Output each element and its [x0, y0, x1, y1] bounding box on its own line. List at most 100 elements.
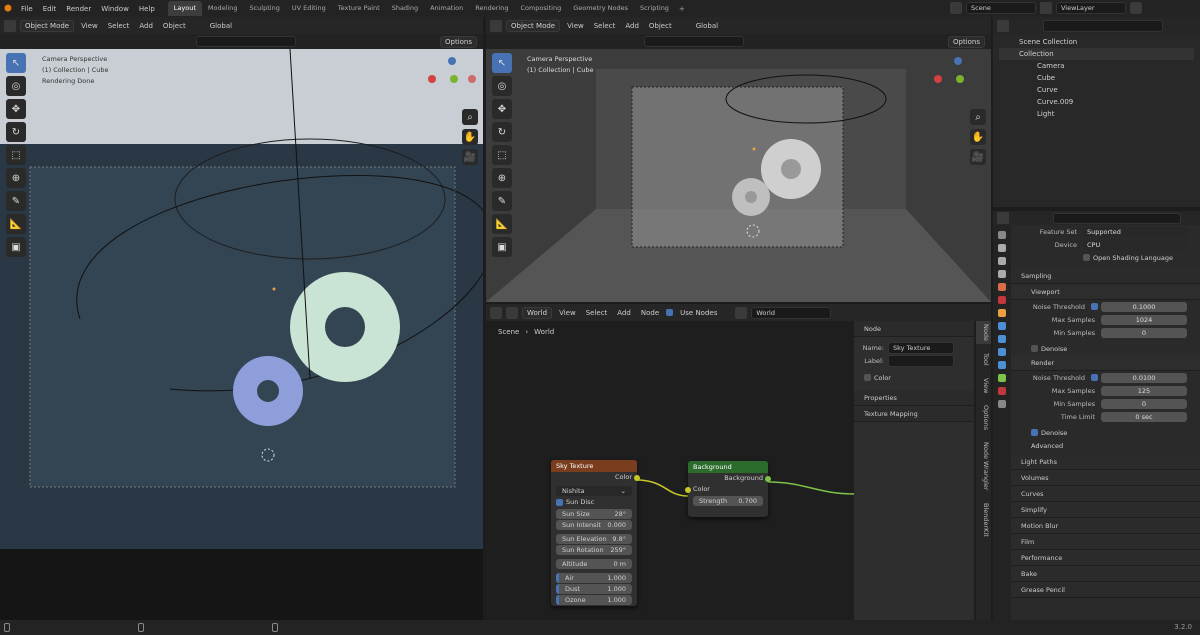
gizmo-neg-x-icon[interactable]	[468, 75, 476, 83]
view-layer-new-icon[interactable]	[1130, 2, 1142, 14]
motion-blur-panel[interactable]: Motion Blur	[1011, 518, 1200, 534]
zoom-icon[interactable]: ⌕	[462, 109, 478, 125]
cursor-icon[interactable]: ◎	[6, 76, 26, 96]
viewport-left[interactable]: Object Mode View Select Add Object Globa…	[0, 17, 483, 620]
gizmo-x-icon[interactable]	[934, 75, 942, 83]
sky-texture-node[interactable]: Sky Texture Color Nishita ⌄ Sun Disc Sun …	[551, 460, 640, 606]
sun-intensity-field[interactable]: Sun Intensit 0.000	[556, 520, 632, 530]
view-layer-icon[interactable]	[1040, 2, 1052, 14]
tab-scripting[interactable]: Scripting	[634, 1, 675, 16]
material-icon[interactable]	[998, 387, 1006, 395]
bg-node-header[interactable]: Background	[688, 461, 768, 473]
camera-view-icon[interactable]: 🎥	[462, 149, 478, 165]
r-max-samples-field[interactable]: 125	[1101, 385, 1187, 396]
menu-edit[interactable]: Edit	[38, 5, 62, 13]
tab-compositing[interactable]: Compositing	[514, 1, 567, 16]
tab-texture-paint[interactable]: Texture Paint	[332, 1, 386, 16]
scene-collection-row[interactable]: Scene Collection	[999, 36, 1194, 48]
editor-type-icon[interactable]	[4, 19, 16, 32]
bg-output-socket[interactable]	[765, 476, 771, 482]
orientation-dropdown[interactable]: Global	[693, 22, 721, 30]
select-box-icon[interactable]: ↖	[6, 53, 26, 73]
menu-view[interactable]: View	[78, 22, 101, 30]
viewport-subpanel[interactable]: Viewport	[1011, 284, 1200, 300]
texture-mapping-panel[interactable]: Texture Mapping	[854, 406, 974, 422]
node-panel-header[interactable]: Node	[854, 321, 974, 337]
r-denoise-subpanel[interactable]: Denoise	[1011, 426, 1200, 439]
r-noise-checkbox[interactable]	[1091, 374, 1098, 381]
tab-options[interactable]: Options	[976, 402, 991, 433]
vp-noise-checkbox[interactable]	[1091, 303, 1098, 310]
tab-uv-editing[interactable]: UV Editing	[286, 1, 332, 16]
select-box-icon[interactable]: ↖	[492, 53, 512, 73]
constraints-icon[interactable]	[998, 361, 1006, 369]
menu-object[interactable]: Object	[160, 22, 189, 30]
background-node[interactable]: Background Background Color Strength 0.70…	[685, 461, 771, 517]
menu-add[interactable]: Add	[136, 22, 156, 30]
vp-max-samples-field[interactable]: 1024	[1101, 314, 1187, 325]
grease-pencil-panel[interactable]: Grease Pencil	[1011, 582, 1200, 598]
options-button[interactable]: Options	[948, 35, 986, 48]
menu-add[interactable]: Add	[622, 22, 642, 30]
world-icon[interactable]	[998, 296, 1006, 304]
add-workspace-button[interactable]: +	[675, 5, 689, 13]
vp-min-samples-field[interactable]: 0	[1101, 327, 1187, 338]
tab-modeling[interactable]: Modeling	[202, 1, 244, 16]
feature-set-dropdown[interactable]: Supported	[1083, 226, 1187, 237]
menu-view[interactable]: View	[564, 22, 587, 30]
menu-select[interactable]: Select	[591, 22, 619, 30]
tab-shading[interactable]: Shading	[386, 1, 424, 16]
options-button[interactable]: Options	[440, 35, 478, 48]
move-icon[interactable]: ✥	[492, 99, 512, 119]
outliner-item-light[interactable]: Light	[999, 108, 1194, 120]
search-input[interactable]	[644, 36, 744, 47]
transform-icon[interactable]: ⊕	[492, 168, 512, 188]
rotate-icon[interactable]: ↻	[492, 122, 512, 142]
orientation-dropdown[interactable]: Global	[207, 22, 235, 30]
node-name-field[interactable]: Sky Texture	[888, 341, 954, 354]
sky-output-socket[interactable]	[634, 475, 640, 481]
menu-render[interactable]: Render	[61, 5, 96, 13]
tab-view[interactable]: View	[976, 375, 991, 396]
menu-object[interactable]: Object	[646, 22, 675, 30]
sampling-panel[interactable]: Sampling	[1011, 268, 1200, 284]
sun-disc-toggle[interactable]: Sun Disc	[551, 497, 637, 508]
object-icon[interactable]	[998, 309, 1006, 317]
transform-icon[interactable]: ⊕	[6, 168, 26, 188]
mode-dropdown[interactable]: Object Mode	[20, 19, 75, 32]
view-layer-field[interactable]: ViewLayer	[1056, 2, 1126, 14]
scale-icon[interactable]: ⬚	[6, 145, 26, 165]
osl-checkbox[interactable]: Open Shading Language	[1011, 251, 1200, 264]
performance-panel[interactable]: Performance	[1011, 550, 1200, 566]
render-icon[interactable]	[998, 244, 1006, 252]
camera-view-icon[interactable]: 🎥	[970, 149, 986, 165]
outliner-item-curve[interactable]: Curve	[999, 84, 1194, 96]
scene-icon[interactable]	[950, 2, 962, 14]
outliner-search[interactable]	[1043, 19, 1163, 32]
viewport-right[interactable]: Object Mode View Select Add Object Globa…	[486, 17, 991, 302]
tab-blenderkit[interactable]: BlenderKit	[976, 500, 991, 540]
rotate-icon[interactable]: ↻	[6, 122, 26, 142]
pan-hand-icon[interactable]: ✋	[462, 129, 478, 145]
pan-hand-icon[interactable]: ✋	[970, 129, 986, 145]
tab-sculpting[interactable]: Sculpting	[243, 1, 285, 16]
annotate-icon[interactable]: ✎	[6, 191, 26, 211]
measure-icon[interactable]: 📐	[492, 214, 512, 234]
curves-panel[interactable]: Curves	[1011, 486, 1200, 502]
annotate-icon[interactable]: ✎	[492, 191, 512, 211]
sun-rotation-field[interactable]: Sun Rotation 259°	[556, 545, 632, 555]
r-time-limit-field[interactable]: 0 sec	[1101, 411, 1187, 422]
gizmo-x-icon[interactable]	[428, 75, 436, 83]
navigation-gizmo[interactable]	[428, 57, 478, 117]
menu-select[interactable]: Select	[105, 22, 133, 30]
tab-rendering[interactable]: Rendering	[469, 1, 514, 16]
measure-icon[interactable]: 📐	[6, 214, 26, 234]
outliner-item-camera[interactable]: Camera	[999, 60, 1194, 72]
editor-type-icon[interactable]	[490, 19, 502, 32]
add-cube-icon[interactable]: ▣	[492, 237, 512, 257]
tab-node[interactable]: Node	[976, 321, 991, 344]
film-panel[interactable]: Film	[1011, 534, 1200, 550]
gizmo-z-icon[interactable]	[954, 57, 962, 65]
advanced-subpanel[interactable]: Advanced	[1011, 439, 1200, 452]
properties-search[interactable]	[1053, 212, 1181, 224]
